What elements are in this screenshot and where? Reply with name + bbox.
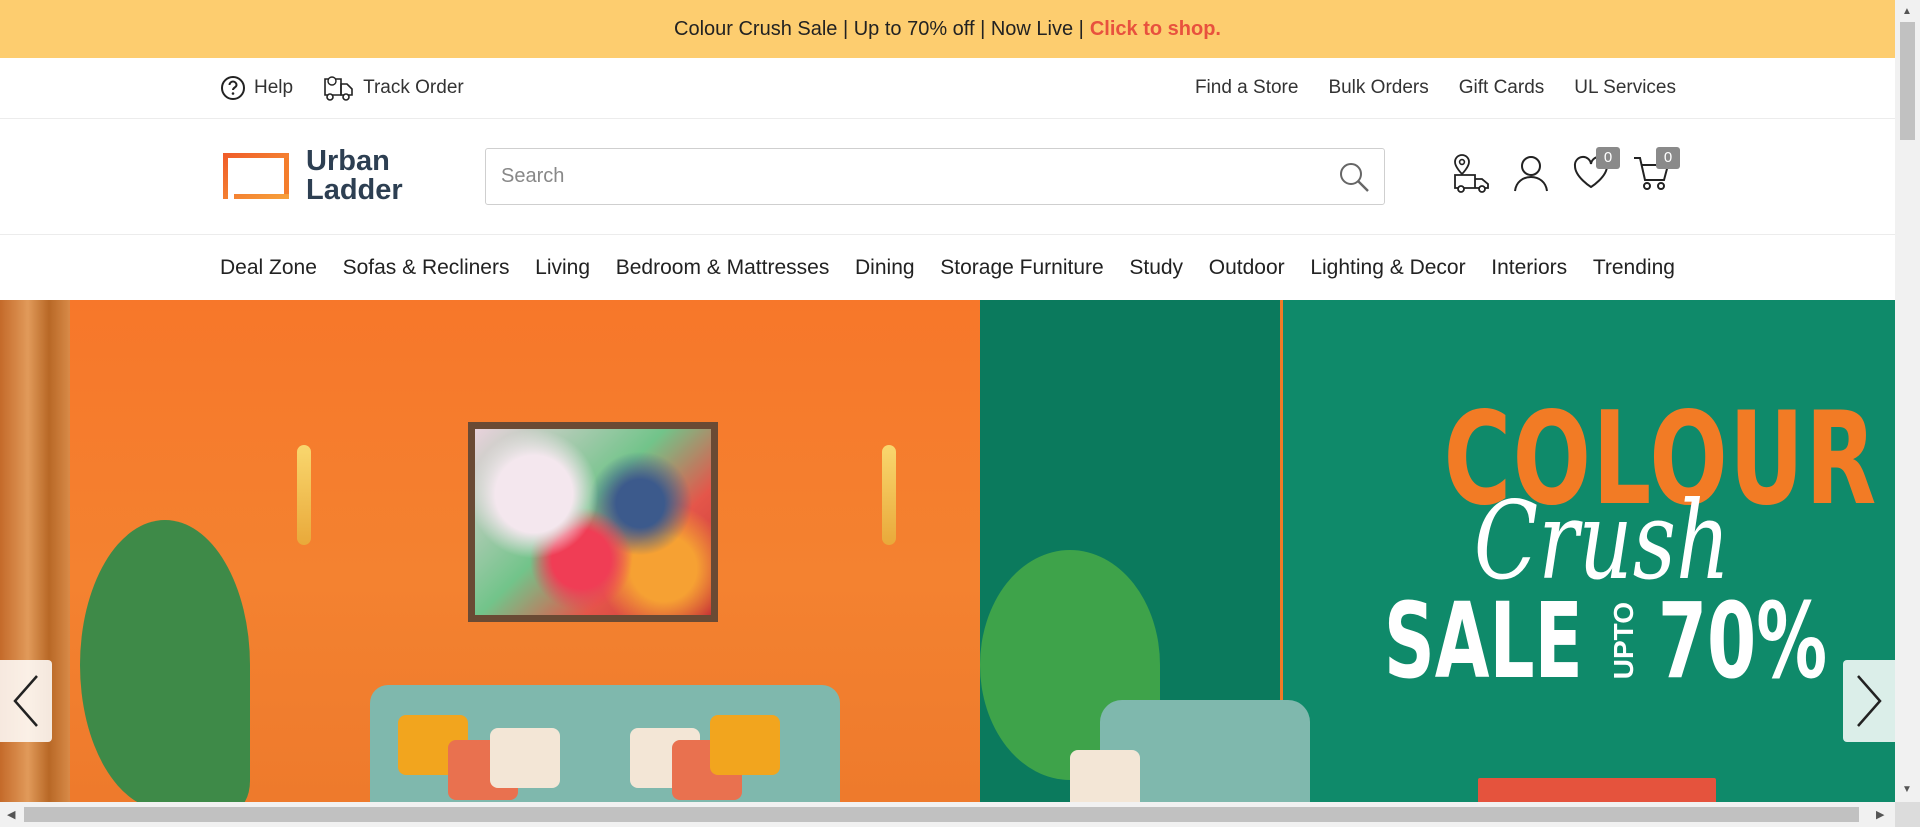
ul-services-link[interactable]: UL Services xyxy=(1574,77,1676,99)
bulk-orders-link[interactable]: Bulk Orders xyxy=(1328,77,1428,99)
hero-sale-text: SALE xyxy=(1384,580,1584,702)
nav-item-storage-furniture[interactable]: Storage Furniture xyxy=(940,256,1103,280)
cart-icon[interactable]: 0 xyxy=(1632,147,1680,193)
wishlist-icon[interactable]: 0 xyxy=(1572,147,1620,193)
scrollbar-corner xyxy=(1895,802,1920,827)
header: Urban Ladder Search 0 0 xyxy=(0,119,1895,235)
scroll-down-arrow-icon[interactable]: ▼ xyxy=(1902,784,1912,795)
wall-sconce-right xyxy=(882,445,896,545)
nav-item-outdoor[interactable]: Outdoor xyxy=(1209,256,1285,280)
vertical-scroll-thumb[interactable] xyxy=(1900,22,1915,140)
hero-line-crush: Crush xyxy=(1473,479,1731,604)
vertical-scrollbar[interactable]: ▲ ▼ xyxy=(1895,0,1920,802)
help-label: Help xyxy=(254,77,294,98)
nav-item-lighting-decor[interactable]: Lighting & Decor xyxy=(1310,256,1465,280)
carousel-prev-button[interactable] xyxy=(0,660,52,742)
account-icon[interactable] xyxy=(1512,153,1550,193)
logo-mark-icon xyxy=(220,150,292,202)
logo-text: Urban Ladder xyxy=(306,147,403,205)
chevron-left-icon xyxy=(13,675,38,727)
hero-headline: COLOUR Crush SALE UPTO 70% xyxy=(1382,396,1876,702)
hero-sale-line: SALE UPTO 70% xyxy=(1382,580,1827,702)
search-icon[interactable] xyxy=(1338,161,1370,198)
scroll-right-arrow-icon[interactable]: ▶ xyxy=(1876,808,1884,821)
wall-sconce-left xyxy=(297,445,311,545)
help-link[interactable]: Help xyxy=(220,75,293,101)
hero-painting xyxy=(468,422,718,622)
nav-item-interiors[interactable]: Interiors xyxy=(1491,256,1567,280)
chevron-right-icon xyxy=(1857,675,1882,727)
hero-plant-left xyxy=(80,520,250,802)
hero-pillow xyxy=(710,715,780,775)
nav-item-bedroom-mattresses[interactable]: Bedroom & Mattresses xyxy=(616,256,830,280)
help-icon xyxy=(220,75,246,101)
nav-item-trending[interactable]: Trending xyxy=(1593,256,1675,280)
horizontal-scroll-thumb[interactable] xyxy=(24,807,1859,822)
logo-line2: Ladder xyxy=(306,174,403,206)
carousel-next-button[interactable] xyxy=(1843,660,1895,742)
find-a-store-link[interactable]: Find a Store xyxy=(1195,77,1299,99)
main-nav: Deal Zone Sofas & Recliners Living Bedro… xyxy=(0,235,1895,300)
track-order-link[interactable]: Track Order xyxy=(323,73,464,103)
wishlist-count-badge: 0 xyxy=(1596,147,1620,169)
utility-bar: Help Track Order Find a Store Bulk Order… xyxy=(0,58,1895,119)
announcement-cta-link[interactable]: Click to shop. xyxy=(1090,18,1221,41)
nav-item-deal-zone[interactable]: Deal Zone xyxy=(220,256,317,280)
hero-pillow xyxy=(1070,750,1140,802)
page: Colour Crush Sale | Up to 70% off | Now … xyxy=(0,0,1920,827)
nav-item-living[interactable]: Living xyxy=(535,256,590,280)
hero-pillow xyxy=(490,728,560,788)
hero-upto-text: UPTO xyxy=(1607,602,1639,680)
logo-line1: Urban xyxy=(306,145,390,177)
announcement-text: Colour Crush Sale | Up to 70% off | Now … xyxy=(674,17,1084,40)
truck-icon xyxy=(323,73,355,103)
search-input[interactable] xyxy=(486,149,1306,204)
nav-item-sofas-recliners[interactable]: Sofas & Recliners xyxy=(343,256,510,280)
nav-item-study[interactable]: Study xyxy=(1129,256,1183,280)
hero-percent-text: 70% xyxy=(1657,580,1827,702)
nav-item-dining[interactable]: Dining xyxy=(855,256,915,280)
gift-cards-link[interactable]: Gift Cards xyxy=(1459,77,1545,99)
search-bar xyxy=(485,148,1385,205)
cart-count-badge: 0 xyxy=(1656,147,1680,169)
announcement-bar: Colour Crush Sale | Up to 70% off | Now … xyxy=(0,0,1895,58)
horizontal-scrollbar[interactable]: ◀ ▶ xyxy=(0,802,1895,827)
hero-shop-now-button[interactable] xyxy=(1478,778,1716,802)
scroll-up-arrow-icon[interactable]: ▲ xyxy=(1902,6,1912,17)
scroll-left-arrow-icon[interactable]: ◀ xyxy=(7,808,15,821)
logo[interactable]: Urban Ladder xyxy=(220,147,403,205)
store-locator-icon[interactable] xyxy=(1452,153,1490,193)
track-order-label: Track Order xyxy=(363,77,464,98)
hero-banner[interactable]: COLOUR Crush SALE UPTO 70% xyxy=(0,300,1895,802)
